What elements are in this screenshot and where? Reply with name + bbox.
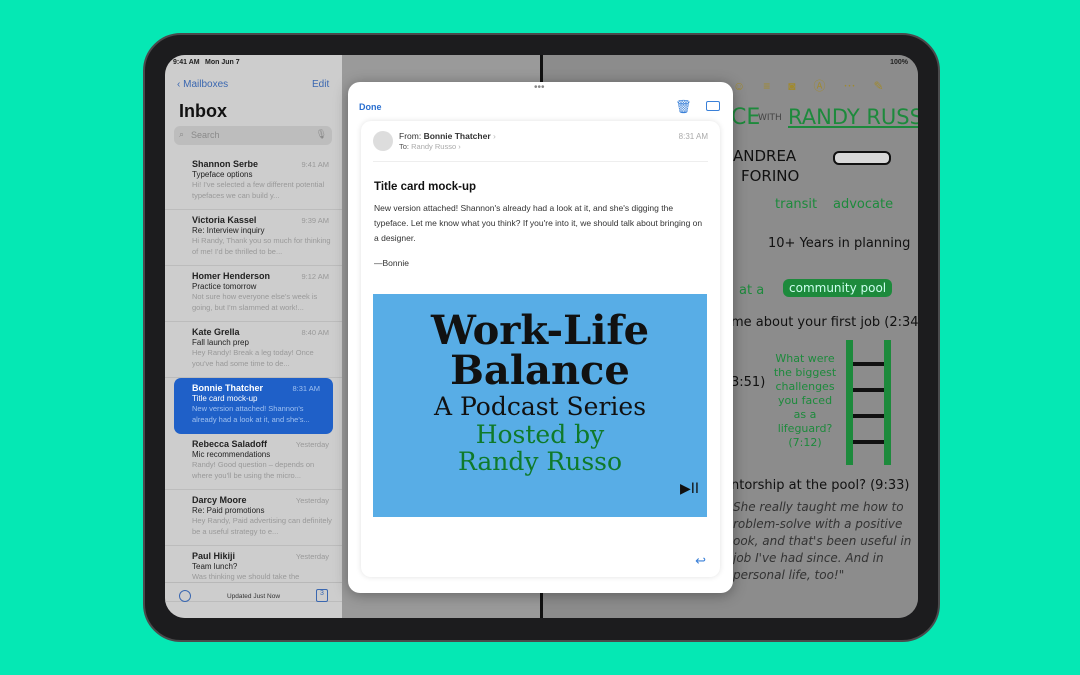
mail-sidebar: 9:41 AM Mon Jun 7 ‹ Mailboxes Edit Inbox…	[165, 55, 342, 618]
message-preview: Hi Randy, Thank you so much for thinking…	[192, 236, 331, 256]
email-modal: ••• Done 🗑 From: Bonnie Thatcher › To: R…	[348, 82, 733, 593]
updated-status: Updated Just Now	[226, 593, 281, 600]
email-time: 8:31 AM	[678, 132, 708, 141]
message-list-item[interactable]: Homer Henderson 9:12 AM Practice tomorrow N…	[165, 266, 342, 322]
note-text: ntorship at the pool? (9:33)	[731, 478, 910, 493]
message-preview: Hey Randy, Paid advertising can definite…	[192, 516, 332, 536]
message-list-item[interactable]: Kate Grella 8:40 AM Fall launch prep Hey Ra…	[165, 322, 342, 378]
from-name: Bonnie Thatcher	[423, 131, 491, 141]
message-subject: Title card mock-up	[192, 394, 258, 403]
message-preview: Randy! Good question – depends on where …	[192, 460, 315, 480]
note-text: advocate	[833, 197, 894, 212]
note-text: FORINO	[741, 167, 800, 185]
note-text: She really taught me how to roblem-solve…	[733, 500, 912, 582]
message-list-item[interactable]: Victoria Kassel 9:39 AM Re: Interview inqu…	[165, 210, 342, 266]
message-preview: Not sure how everyone else's week is goi…	[192, 292, 318, 312]
email-signature: —Bonnie	[374, 258, 409, 268]
message-time: 9:12 AM	[301, 272, 329, 281]
message-subject: Practice tomorrow	[192, 282, 257, 291]
message-subject: Typeface options	[192, 170, 253, 179]
note-text: at a	[739, 283, 765, 298]
play-pause-icon: ▶II	[679, 481, 699, 497]
filter-icon[interactable]	[179, 590, 191, 602]
message-preview: Hi! I've selected a few different potent…	[192, 180, 325, 200]
message-list: Shannon Serbe 9:41 AM Typeface options Hi! …	[165, 154, 342, 602]
message-subject: Re: Interview inquiry	[192, 226, 265, 235]
search-input[interactable]: ⌕ Search 🎙	[174, 126, 332, 145]
note-text: 10+ Years in planning	[768, 236, 911, 251]
search-placeholder: Search	[191, 130, 220, 140]
message-list-item[interactable]: Bonnie Thatcher 8:31 AM Title card mock-up…	[174, 378, 333, 434]
battery-status: 100%	[890, 59, 908, 66]
to-name: Randy Russo	[411, 142, 457, 151]
search-icon: ⌕	[179, 129, 185, 139]
poster-title: Balance	[450, 347, 630, 394]
poster-title: Work-Life	[430, 307, 650, 354]
status-date: Mon Jun 7	[205, 59, 240, 66]
folder-icon[interactable]	[706, 101, 720, 111]
back-label: Mailboxes	[183, 79, 229, 90]
avatar	[373, 131, 393, 151]
microphone-icon: 🎙	[315, 129, 327, 139]
attachment-image[interactable]: Work-Life Balance A Podcast Series Hoste…	[373, 294, 707, 517]
message-list-item[interactable]: Rebecca Saladoff Yesterday Mic recommendat…	[165, 434, 342, 490]
message-time: 9:39 AM	[301, 216, 329, 225]
from-label: From:	[399, 131, 422, 141]
message-list-item[interactable]: Darcy Moore Yesterday Re: Paid promotions H…	[165, 490, 342, 546]
compose-icon[interactable]: 3	[316, 589, 328, 602]
lifeguard-chair-drawing	[846, 340, 891, 465]
note-text: ANDREA	[733, 147, 797, 165]
note-text: transit	[775, 197, 818, 212]
notes-toolbar[interactable]: ☺≡◙Ⓐ⋯✎	[733, 77, 902, 94]
note-text: 3:51)	[731, 375, 766, 390]
mail-toolbar: Updated Just Now 3	[165, 582, 342, 618]
message-subject: Team lunch?	[192, 562, 238, 571]
message-time: Yesterday	[295, 552, 329, 561]
message-preview: Hey Randy! Break a leg today! Once you'v…	[192, 348, 314, 368]
note-text: CE	[731, 105, 761, 130]
reply-icon[interactable]: ↩	[695, 553, 706, 569]
message-time: Yesterday	[295, 496, 329, 505]
note-text: me about your first job (2:34)	[731, 315, 918, 330]
mailboxes-back-button[interactable]: ‹ Mailboxes	[177, 79, 228, 90]
poster-subtitle: A Podcast Series	[433, 392, 647, 421]
note-text: WITH	[758, 113, 782, 123]
message-time: 8:31 AM	[292, 384, 320, 393]
email-subject: Title card mock-up	[374, 181, 477, 193]
edit-button[interactable]: Edit	[312, 79, 329, 90]
drag-handle[interactable]: •••	[534, 82, 545, 93]
message-time: Yesterday	[295, 440, 329, 449]
trash-icon[interactable]: 🗑	[675, 99, 692, 115]
message-list-item[interactable]: Shannon Serbe 9:41 AM Typeface options Hi! …	[165, 154, 342, 210]
message-preview: Was thinking we should take the	[192, 572, 300, 581]
poster-host: Randy Russo	[457, 447, 623, 476]
to-label: To:	[399, 142, 410, 151]
poster-host: Hosted by	[475, 420, 605, 449]
note-text: RANDY RUSSO	[788, 105, 918, 129]
message-subject: Fall launch prep	[192, 338, 249, 347]
message-preview: New version attached! Shannon's already …	[192, 404, 310, 424]
status-time: 9:41 AM	[173, 59, 200, 66]
message-time: 8:40 AM	[301, 328, 329, 337]
done-button[interactable]: Done	[359, 102, 382, 112]
to-line[interactable]: To: Randy Russo ›	[399, 142, 461, 151]
train-drawing	[833, 151, 891, 165]
divider	[373, 161, 708, 162]
from-line[interactable]: From: Bonnie Thatcher ›	[399, 131, 496, 141]
note-text: What were the biggest challenges you fac…	[773, 352, 837, 449]
email-body: New version attached! Shannon's already …	[374, 203, 703, 243]
message-time: 9:41 AM	[301, 160, 329, 169]
note-text: community pool	[783, 279, 893, 297]
message-subject: Mic recommendations	[192, 450, 271, 459]
message-subject: Re: Paid promotions	[192, 506, 265, 515]
email-card: From: Bonnie Thatcher › To: Randy Russo …	[361, 121, 720, 577]
page-title: Inbox	[179, 101, 227, 121]
